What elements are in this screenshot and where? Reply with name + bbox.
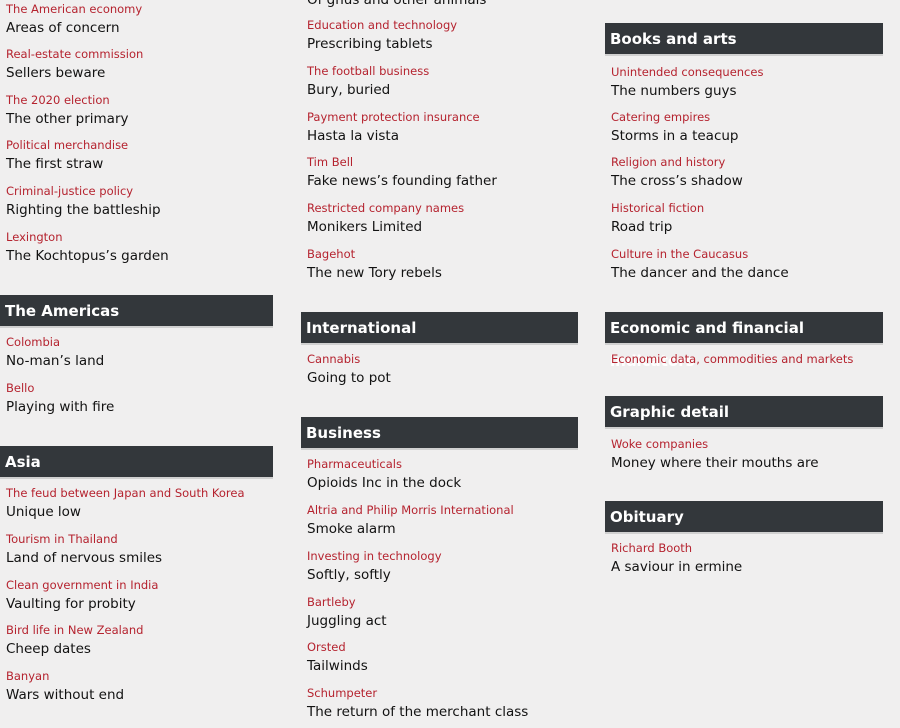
section-header: Graphic detail	[605, 396, 883, 429]
article-kicker-link[interactable]: Colombia	[6, 335, 60, 349]
article-kicker-link[interactable]: Richard Booth	[611, 541, 692, 555]
article-title-link[interactable]: No-man’s land	[6, 353, 104, 370]
article-title-link[interactable]: Softly, softly	[307, 567, 391, 584]
article-title-link[interactable]: Opioids Inc in the dock	[307, 475, 461, 492]
article-title-link[interactable]: Juggling act	[307, 613, 387, 630]
article-kicker-link[interactable]: Political merchandise	[6, 138, 128, 152]
article-title-link[interactable]: Sellers beware	[6, 65, 105, 82]
article-title-link[interactable]: Areas of concern	[6, 20, 120, 37]
article-title-link[interactable]: Storms in a teacup	[611, 128, 739, 145]
article-kicker-link[interactable]: Schumpeter	[307, 686, 377, 700]
article-title-link[interactable]: Unique low	[6, 504, 81, 521]
article-kicker-link[interactable]: Catering empires	[611, 110, 710, 124]
article-kicker-link[interactable]: Tim Bell	[307, 155, 353, 169]
article-kicker-link[interactable]: Culture in the Caucasus	[611, 247, 748, 261]
article-title-link[interactable]: Money where their mouths are	[611, 455, 819, 472]
article-kicker-link[interactable]: Altria and Philip Morris International	[307, 503, 514, 517]
article-kicker-link[interactable]: Lexington	[6, 230, 63, 244]
article-kicker-link[interactable]: Bello	[6, 381, 34, 395]
article-title-link[interactable]: Smoke alarm	[307, 521, 396, 538]
article-title-link[interactable]: Vaulting for probity	[6, 596, 136, 613]
article-kicker-link[interactable]: Woke companies	[611, 437, 708, 451]
section-header: Business	[301, 417, 578, 450]
article-kicker-link[interactable]: Bird life in New Zealand	[6, 623, 143, 637]
article-kicker-link[interactable]: Pharmaceuticals	[307, 457, 402, 471]
article-kicker-link[interactable]: Orsted	[307, 640, 346, 654]
article-kicker-link[interactable]: Bartleby	[307, 595, 356, 609]
article-title-link[interactable]: Fake news’s founding father	[307, 173, 497, 190]
article-title-link[interactable]: The first straw	[6, 156, 103, 173]
section-header: The Americas	[0, 295, 273, 328]
article-kicker-link[interactable]: Education and technology	[307, 18, 457, 32]
article-title-link[interactable]: The Kochtopus’s garden	[6, 248, 169, 265]
article-title-link[interactable]: Wars without end	[6, 687, 124, 704]
section-header: Obituary	[605, 501, 883, 534]
article-kicker-link[interactable]: The American economy	[6, 2, 142, 16]
section-header: Asia	[0, 446, 273, 479]
article-title-link[interactable]: The new Tory rebels	[307, 265, 442, 282]
article-title-link[interactable]: A saviour in ermine	[611, 559, 742, 576]
article-title-link[interactable]: Playing with fire	[6, 399, 114, 416]
article-kicker-link[interactable]: Restricted company names	[307, 201, 464, 215]
article-title-link[interactable]: Road trip	[611, 219, 672, 236]
section-header: Books and arts	[605, 23, 883, 56]
article-title-link[interactable]: Hasta la vista	[307, 128, 399, 145]
article-kicker-link[interactable]: Banyan	[6, 669, 49, 683]
article-kicker-link[interactable]: Economic data, commodities and markets	[611, 352, 853, 366]
section-header: Economic and financial indicators	[605, 312, 883, 370]
article-kicker-link[interactable]: Investing in technology	[307, 549, 442, 563]
article-title-link[interactable]: Cheep dates	[6, 641, 91, 658]
article-kicker-link[interactable]: Real-estate commission	[6, 47, 143, 61]
article-kicker-link[interactable]: Bagehot	[307, 247, 355, 261]
article-title-link[interactable]: The other primary	[6, 111, 129, 128]
article-title-link[interactable]: The dancer and the dance	[611, 265, 789, 282]
article-title-link[interactable]: Of gnus and other animals	[307, 0, 486, 9]
article-kicker-link[interactable]: The 2020 election	[6, 93, 110, 107]
article-title-link[interactable]: Monikers Limited	[307, 219, 422, 236]
article-title-link[interactable]: The numbers guys	[611, 83, 737, 100]
article-kicker-link[interactable]: Payment protection insurance	[307, 110, 480, 124]
article-kicker-link[interactable]: Cannabis	[307, 352, 360, 366]
article-kicker-link[interactable]: Historical fiction	[611, 201, 704, 215]
article-kicker-link[interactable]: Clean government in India	[6, 578, 158, 592]
article-title-link[interactable]: Righting the battleship	[6, 202, 161, 219]
article-title-link[interactable]: Bury, buried	[307, 82, 390, 99]
article-title-link[interactable]: The return of the merchant class	[307, 704, 528, 721]
article-kicker-link[interactable]: The football business	[307, 64, 429, 78]
article-title-link[interactable]: Tailwinds	[307, 658, 368, 675]
article-kicker-link[interactable]: Criminal-justice policy	[6, 184, 133, 198]
column-2: Of gnus and other animals Education and t…	[301, 0, 578, 728]
column-3: Books and arts Unintended consequences The…	[605, 0, 883, 728]
article-kicker-link[interactable]: Religion and history	[611, 155, 725, 169]
section-header: International	[301, 312, 578, 345]
article-title-link[interactable]: Prescribing tablets	[307, 36, 432, 53]
article-title-link[interactable]: Land of nervous smiles	[6, 550, 162, 567]
article-title-link[interactable]: The cross’s shadow	[611, 173, 743, 190]
column-1: The American economy Areas of concern Real…	[0, 0, 273, 728]
article-title-link[interactable]: Going to pot	[307, 370, 391, 387]
article-kicker-link[interactable]: The feud between Japan and South Korea	[6, 486, 245, 500]
article-kicker-link[interactable]: Tourism in Thailand	[6, 532, 118, 546]
article-kicker-link[interactable]: Unintended consequences	[611, 65, 763, 79]
